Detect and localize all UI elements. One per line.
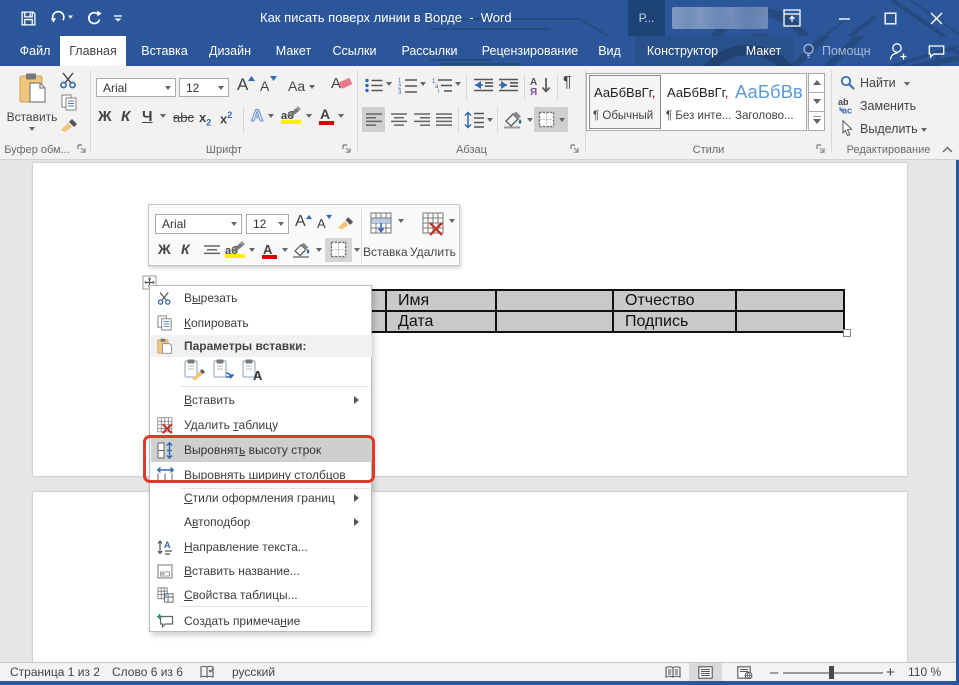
svg-text:А: А: [253, 368, 263, 381]
svg-text:А: А: [164, 540, 171, 550]
svg-text:3: 3: [398, 90, 402, 94]
svg-text:Я: Я: [530, 87, 537, 95]
svg-text:ac: ac: [842, 106, 852, 115]
svg-text:i: i: [438, 89, 439, 93]
